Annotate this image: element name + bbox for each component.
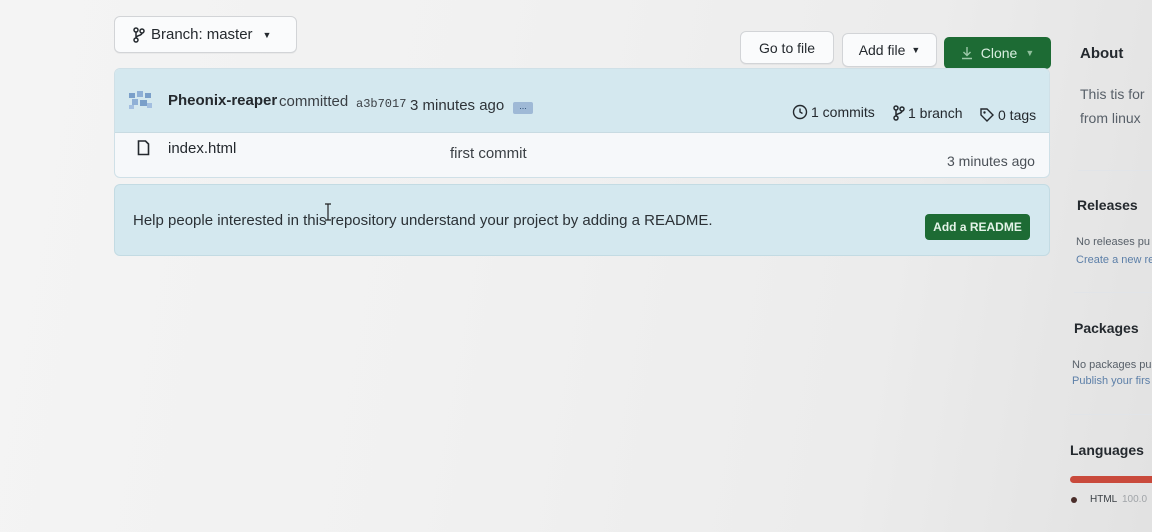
languages-heading: Languages [1070, 442, 1144, 458]
history-icon [792, 104, 808, 120]
commit-time: 3 minutes ago [410, 97, 505, 114]
file-row: index.html first commit 3 minutes ago [115, 133, 1049, 177]
add-readme-button[interactable]: Add a README [925, 214, 1030, 240]
commits-link[interactable]: 1 commits [792, 104, 875, 120]
commit-verb: committed [279, 93, 349, 110]
latest-commit-bar: Pheonix-reaper committed a3b7017 3 minut… [115, 69, 1049, 133]
readme-prompt: Help people interested in this repositor… [114, 184, 1050, 256]
divider [1074, 292, 1152, 293]
tags-count: 0 tags [998, 107, 1037, 123]
go-to-file-button[interactable]: Go to file [740, 31, 834, 64]
clone-label: Clone [980, 45, 1018, 61]
text-cursor-icon [324, 203, 332, 221]
branch-name: master [206, 26, 253, 43]
branch-prefix: Branch: [151, 26, 203, 43]
download-icon [961, 46, 973, 60]
branches-link[interactable]: 1 branch [893, 105, 962, 121]
language-percent: 100.0 [1122, 494, 1148, 505]
divider [1078, 170, 1152, 171]
divider [1070, 414, 1152, 415]
avatar [129, 91, 153, 109]
tags-link[interactable]: 0 tags [979, 107, 1036, 123]
create-release-link[interactable]: Create a new re [1076, 254, 1152, 266]
go-to-file-label: Go to file [758, 39, 816, 56]
add-file-button[interactable]: Add file ▼ [842, 33, 937, 67]
file-icon [137, 140, 150, 156]
add-readme-label: Add a README [933, 220, 1022, 234]
add-file-label: Add file [858, 42, 906, 58]
commit-author-link[interactable]: Pheonix-reaper [168, 92, 277, 109]
ellipsis-label: ... [519, 101, 527, 111]
packages-empty-text: No packages pu [1072, 359, 1152, 371]
commits-count: 1 commits [811, 104, 875, 120]
branch-icon [133, 26, 145, 43]
file-list-panel: Pheonix-reaper committed a3b7017 3 minut… [114, 68, 1050, 178]
chevron-down-icon: ▼ [911, 45, 921, 55]
commit-message-expander[interactable]: ... [513, 102, 533, 114]
about-heading: About [1080, 45, 1124, 62]
language-dot-icon [1071, 497, 1077, 503]
readme-prompt-text: Help people interested in this repositor… [133, 212, 713, 229]
branches-count: 1 branch [908, 105, 963, 121]
language-name[interactable]: HTML [1090, 494, 1117, 505]
tag-icon [979, 107, 995, 123]
chevron-down-icon: ▼ [1025, 48, 1035, 58]
chevron-down-icon: ▼ [262, 29, 272, 40]
releases-empty-text: No releases pu [1076, 236, 1150, 248]
file-commit-time: 3 minutes ago [947, 153, 1035, 169]
branch-selector[interactable]: Branch: master ▼ [114, 16, 297, 53]
file-commit-message-link[interactable]: first commit [450, 145, 527, 162]
publish-package-link[interactable]: Publish your firs [1072, 375, 1150, 387]
about-description-2: from linux [1080, 110, 1141, 126]
releases-heading[interactable]: Releases [1077, 197, 1138, 213]
branch-icon [893, 105, 905, 121]
language-bar [1070, 476, 1152, 483]
clone-button[interactable]: Clone ▼ [944, 37, 1051, 69]
packages-heading[interactable]: Packages [1074, 320, 1139, 336]
about-description: This tis for [1080, 86, 1145, 102]
file-name-link[interactable]: index.html [168, 140, 236, 157]
commit-sha-link[interactable]: a3b7017 [356, 97, 406, 111]
